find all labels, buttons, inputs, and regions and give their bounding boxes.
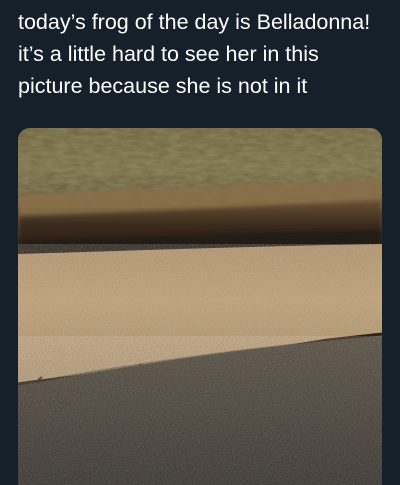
tweet-text-line: it’s a little hard to see her in this xyxy=(18,42,319,66)
tweet-text-line: today’s frog of the day is Belladonna! xyxy=(18,10,371,34)
tweet-photo[interactable] xyxy=(18,128,382,485)
tweet-card: today’s frog of the day is Belladonna! i… xyxy=(0,0,400,485)
tweet-text: today’s frog of the day is Belladonna! i… xyxy=(18,6,390,102)
tweet-text-line: picture because she is not in it xyxy=(18,74,308,98)
roadside-curb-photo-icon xyxy=(18,128,382,485)
